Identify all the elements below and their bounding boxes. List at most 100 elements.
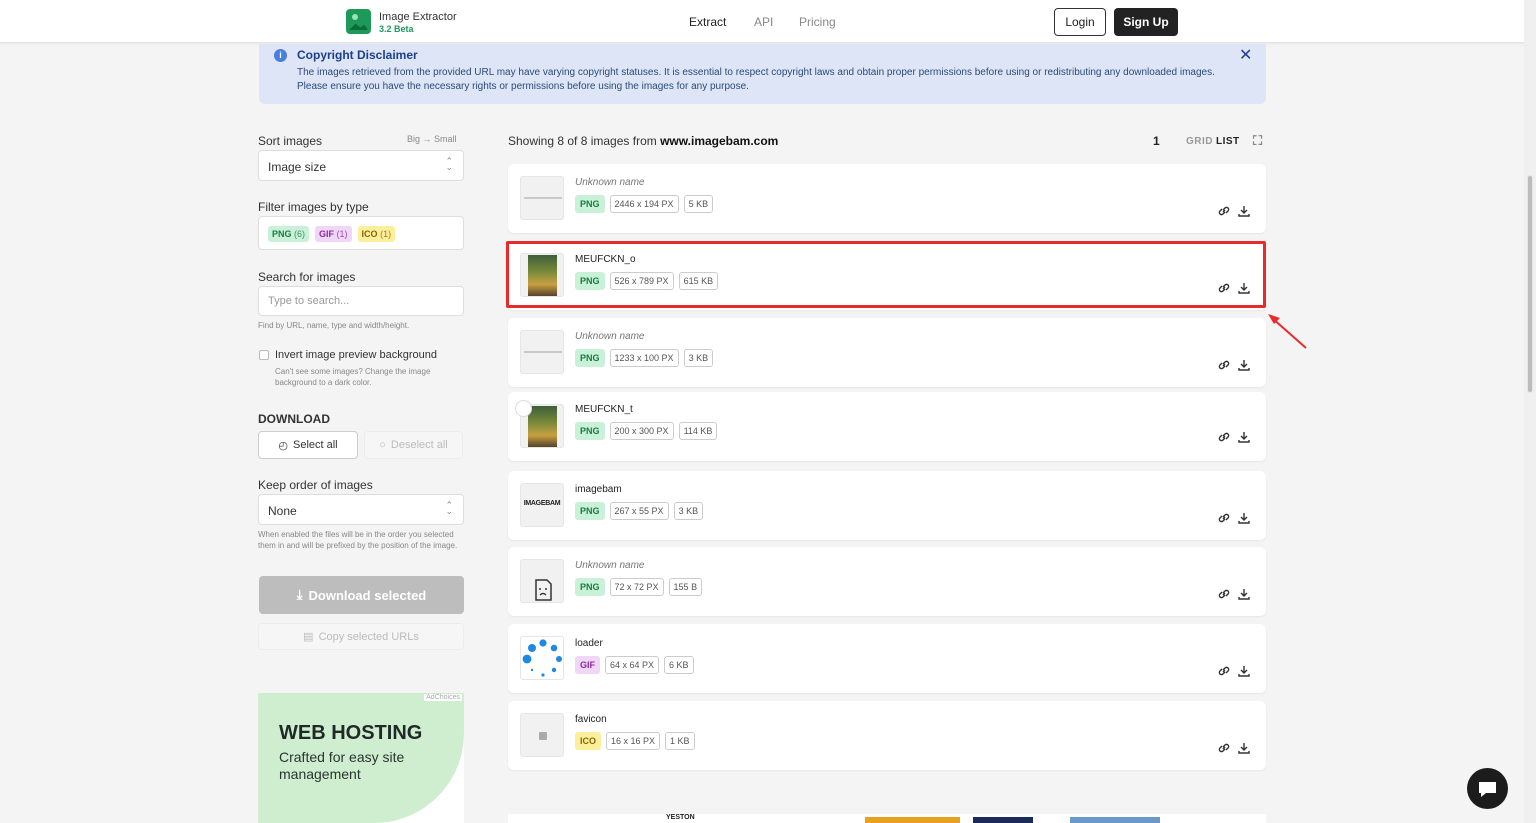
- order-label: Keep order of images: [258, 478, 373, 492]
- page-scrollbar[interactable]: [1524, 0, 1536, 823]
- sort-select-value: Image size: [268, 160, 327, 174]
- nav-extract[interactable]: Extract: [689, 15, 726, 29]
- clipboard-icon: ▤: [303, 631, 314, 643]
- image-card[interactable]: favicon ICO 16 x 16 PX 1 KB: [508, 701, 1266, 770]
- close-icon[interactable]: ✕: [1239, 45, 1252, 65]
- download-icon[interactable]: [1237, 430, 1251, 444]
- broken-file-icon: [535, 579, 552, 601]
- size-badge: 6 KB: [664, 656, 694, 674]
- chevron-updown-icon: ⌃ ⌄: [445, 156, 453, 172]
- ad-subtext: Crafted for easy site management: [279, 749, 405, 782]
- invert-label[interactable]: Invert image preview background: [275, 349, 437, 361]
- image-thumbnail: IMAGEBAM: [520, 483, 564, 527]
- download-selected-label: Download selected: [308, 587, 427, 603]
- copyright-disclaimer: i Copyright Disclaimer The images retrie…: [259, 44, 1266, 104]
- scrollbar-thumb[interactable]: [1527, 175, 1533, 393]
- results-domain: www.imagebam.com: [660, 134, 779, 148]
- app-logo[interactable]: [346, 9, 371, 34]
- search-input[interactable]: Type to search...: [258, 286, 464, 316]
- download-selected-button[interactable]: ⤓ Download selected: [259, 576, 464, 614]
- link-icon[interactable]: [1217, 430, 1231, 444]
- dimensions-badge: 200 x 300 PX: [609, 422, 674, 440]
- image-card[interactable]: Unknown name PNG 2446 x 194 PX 5 KB: [508, 164, 1266, 233]
- link-icon[interactable]: [1217, 511, 1231, 525]
- disclaimer-text: The images retrieved from the provided U…: [297, 67, 1215, 92]
- invert-hint: Can't see some images? Change the image …: [275, 367, 431, 387]
- image-name: Unknown name: [575, 560, 645, 571]
- sort-select[interactable]: Image size ⌃ ⌄: [258, 150, 464, 181]
- image-name: loader: [575, 638, 603, 649]
- nav-pricing[interactable]: Pricing: [799, 15, 836, 29]
- search-label: Search for images: [258, 270, 356, 284]
- view-grid-toggle[interactable]: GRID: [1186, 136, 1213, 147]
- chevron-updown-icon: ⌃ ⌄: [445, 500, 453, 516]
- sidebar-ad[interactable]: AdChoices WEB HOSTING Crafted for easy s…: [258, 693, 464, 823]
- image-thumbnail: [520, 330, 564, 374]
- results-summary: Showing 8 of 8 images from www.imagebam.…: [508, 134, 779, 148]
- bottom-ad-strip[interactable]: YESTON: [508, 814, 1266, 823]
- image-card[interactable]: MEUFCKN_t PNG 200 x 300 PX 114 KB: [508, 392, 1266, 461]
- download-icon[interactable]: [1237, 204, 1251, 218]
- deselect-all-button[interactable]: ○ Deselect all: [364, 431, 463, 459]
- type-badge: ICO: [575, 732, 602, 750]
- download-icon[interactable]: [1237, 664, 1251, 678]
- download-icon[interactable]: [1237, 741, 1251, 755]
- dimensions-badge: 72 x 72 PX: [609, 578, 664, 596]
- image-thumbnail: [520, 559, 564, 603]
- nav-api[interactable]: API: [754, 15, 773, 29]
- download-icon[interactable]: [1237, 358, 1251, 372]
- fullscreen-icon[interactable]: ⛶: [1253, 133, 1263, 149]
- order-select-value: None: [268, 504, 297, 518]
- image-card[interactable]: Unknown name PNG 72 x 72 PX 155 B: [508, 547, 1266, 616]
- type-badge: PNG: [575, 422, 605, 440]
- order-select[interactable]: None ⌃ ⌄: [258, 494, 464, 525]
- arrow-annotation-icon: [1268, 314, 1307, 349]
- highlight-box: [506, 241, 1266, 308]
- image-card[interactable]: IMAGEBAM imagebam PNG 267 x 55 PX 3 KB: [508, 471, 1266, 540]
- download-icon[interactable]: [1237, 587, 1251, 601]
- image-thumbnail: [520, 176, 564, 220]
- link-icon[interactable]: [1217, 664, 1231, 678]
- filter-chip-gif[interactable]: GIF (1): [315, 226, 352, 242]
- ad-headline: WEB HOSTING: [279, 722, 423, 744]
- invert-background-checkbox[interactable]: [259, 350, 269, 360]
- image-card[interactable]: loader GIF 64 x 64 PX 6 KB: [508, 624, 1266, 693]
- download-icon: ⤓: [296, 587, 303, 602]
- link-icon[interactable]: [1217, 741, 1231, 755]
- search-placeholder: Type to search...: [268, 295, 350, 307]
- arrow-right-icon: →: [422, 134, 432, 144]
- select-radio[interactable]: [515, 400, 532, 417]
- type-badge: PNG: [575, 578, 605, 596]
- link-icon[interactable]: [1217, 204, 1231, 218]
- image-thumbnail: [520, 636, 564, 680]
- adchoices-label[interactable]: AdChoices: [424, 694, 462, 701]
- image-card[interactable]: Unknown name PNG 1233 x 100 PX 3 KB: [508, 318, 1266, 387]
- size-badge: 3 KB: [683, 349, 714, 367]
- filter-chip-png[interactable]: PNG (6): [268, 226, 310, 242]
- image-name: Unknown name: [575, 177, 645, 188]
- select-all-button[interactable]: ◴ Select all: [258, 431, 358, 459]
- link-icon[interactable]: [1217, 587, 1231, 601]
- type-badge: PNG: [575, 195, 605, 213]
- image-name: favicon: [575, 714, 607, 725]
- sort-direction: Big → Small: [407, 134, 457, 144]
- login-button[interactable]: Login: [1054, 8, 1106, 36]
- image-name: imagebam: [575, 484, 622, 495]
- dimensions-badge: 1233 x 100 PX: [609, 349, 679, 367]
- link-icon[interactable]: [1217, 358, 1231, 372]
- select-all-label: Select all: [292, 439, 338, 451]
- signup-button[interactable]: Sign Up: [1114, 8, 1178, 36]
- view-list-toggle[interactable]: LIST: [1216, 136, 1240, 147]
- loader-spinner-icon: [522, 639, 562, 677]
- top-header: Image Extractor 3.2 Beta Extract API Pri…: [0, 0, 1524, 43]
- filter-box: PNG (6) GIF (1) ICO (1): [258, 216, 464, 250]
- download-icon[interactable]: [1237, 511, 1251, 525]
- page-number[interactable]: 1: [1153, 134, 1160, 148]
- size-badge: 155 B: [668, 578, 703, 596]
- chat-button[interactable]: [1467, 768, 1508, 809]
- image-name: Unknown name: [575, 331, 645, 342]
- sort-label: Sort images: [258, 134, 323, 148]
- copy-urls-button[interactable]: ▤ Copy selected URLs: [258, 623, 464, 650]
- dimensions-badge: 16 x 16 PX: [606, 732, 661, 750]
- filter-chip-ico[interactable]: ICO (1): [357, 226, 396, 242]
